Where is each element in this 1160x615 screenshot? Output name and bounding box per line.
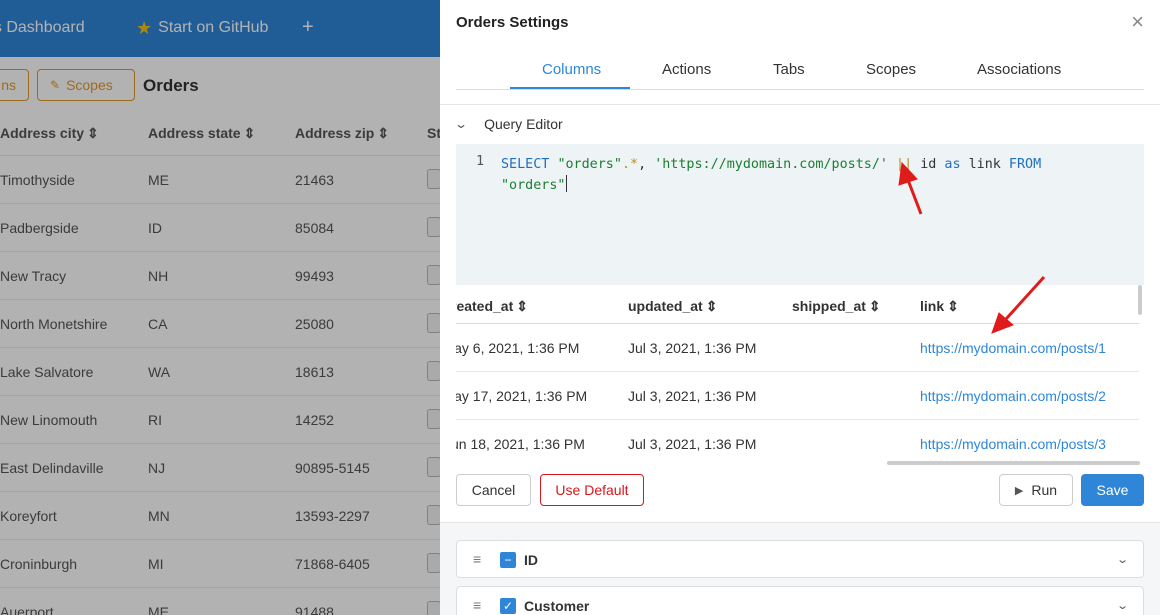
horizontal-scrollbar[interactable] [887,461,1140,465]
cell-updated-at: Jul 3, 2021, 1:36 PM [628,340,757,356]
cell-updated-at: Jul 3, 2021, 1:36 PM [628,436,757,452]
line-number: 1 [476,154,485,169]
settings-panel: Orders Settings × Columns Actions Tabs S… [440,0,1160,615]
cell-created-at: lay 17, 2021, 1:36 PM [456,388,588,404]
panel-title: Orders Settings [456,14,569,31]
tab-actions[interactable]: Actions [662,61,711,78]
table-row: lay 6, 2021, 1:36 PM Jul 3, 2021, 1:36 P… [456,324,1139,372]
modal-backdrop[interactable] [0,0,440,615]
sql-string: 'https://mydomain.com/posts/' [654,157,888,172]
sql-code-editor[interactable]: 1 SELECT "orders".*, 'https://mydomain.c… [456,144,1144,285]
sql-operator: || [896,157,913,172]
sort-icon: ⇕ [868,298,881,314]
tab-columns[interactable]: Columns [542,61,601,78]
table-row: lay 17, 2021, 1:36 PM Jul 3, 2021, 1:36 … [456,372,1139,420]
cell-link[interactable]: https://mydomain.com/posts/3 [920,436,1106,452]
sort-icon: ⇕ [516,298,528,314]
sql-identifier: id [920,157,937,172]
text-caret [565,175,567,192]
sql-identifier: link [968,157,1001,172]
sort-icon: ⇕ [947,298,959,314]
header-created-at[interactable]: reated_at ⇕ [456,298,528,315]
cell-updated-at: Jul 3, 2021, 1:36 PM [628,388,757,404]
vertical-scrollbar[interactable] [1138,285,1142,315]
sql-code: SELECT "orders".*, 'https://mydomain.com… [501,154,1121,196]
query-editor-label: Query Editor [484,116,563,132]
tab-associations[interactable]: Associations [977,61,1061,78]
header-updated-at[interactable]: updated_at ⇕ [628,298,717,315]
sql-keyword: as [944,157,961,172]
sql-string: "orders" [557,157,622,172]
header-shipped-at[interactable]: shipped_at ⇕ [792,298,881,315]
header-link[interactable]: link ⇕ [920,298,959,315]
active-tab-indicator [510,87,630,89]
sort-icon: ⇕ [705,298,718,314]
cell-link[interactable]: https://mydomain.com/posts/2 [920,388,1106,404]
table-row: un 18, 2021, 1:36 PM Jul 3, 2021, 1:36 P… [456,420,1139,463]
tab-scopes[interactable]: Scopes [866,61,916,78]
divider [440,104,1160,105]
cell-link[interactable]: https://mydomain.com/posts/1 [920,340,1106,356]
query-editor-toggle[interactable]: ⌄ Query Editor [453,116,563,132]
query-results-table: reated_at ⇕ updated_at ⇕ shipped_at ⇕ link ⇕… [456,285,1139,463]
sql-punct: , [638,157,647,172]
sql-string: "orders" [501,178,566,193]
sql-operator: .* [621,157,639,172]
cell-created-at: lay 6, 2021, 1:36 PM [456,340,580,356]
sql-keyword: SELECT [501,157,550,172]
close-icon[interactable]: × [1131,11,1144,33]
cell-created-at: un 18, 2021, 1:36 PM [456,436,585,452]
settings-tabs: Columns Actions Tabs Scopes Associations [456,50,1144,90]
chevron-down-icon: ⌄ [453,117,469,131]
results-header: reated_at ⇕ updated_at ⇕ shipped_at ⇕ link ⇕ [456,285,1139,324]
tab-tabs[interactable]: Tabs [773,61,805,78]
sql-keyword: FROM [1008,157,1042,172]
background-app: es Dashboard ★ Start on GitHub + ns ✎ Sc… [0,0,440,615]
